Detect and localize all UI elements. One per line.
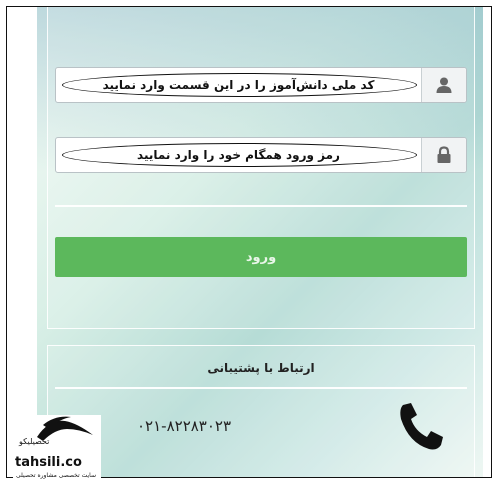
user-icon [421, 68, 466, 102]
username-input[interactable]: کد ملی دانش‌آموز را در این قسمت وارد نما… [56, 68, 421, 102]
form-divider [55, 205, 467, 207]
username-field[interactable]: کد ملی دانش‌آموز را در این قسمت وارد نما… [55, 67, 467, 103]
watermark-brand-fa: تحصیلیکو [19, 437, 50, 446]
login-button[interactable]: ورود [55, 237, 467, 277]
login-page-background: کد ملی دانش‌آموز را در این قسمت وارد نما… [37, 7, 483, 477]
password-field[interactable]: رمز ورود همگام خود را وارد نمایید [55, 137, 467, 173]
support-divider [55, 387, 467, 389]
screenshot-frame: کد ملی دانش‌آموز را در این قسمت وارد نما… [6, 6, 492, 485]
watermark-brand-latin: tahsili.co [15, 455, 82, 470]
phone-icon[interactable] [393, 399, 449, 459]
watermark-tagline: سایت تخصصی مشاوره تحصیلی [16, 472, 96, 479]
watermark-logo: تحصیلیکو tahsili.co سایت تخصصی مشاوره تح… [13, 415, 101, 485]
lock-icon [421, 138, 466, 172]
username-placeholder: کد ملی دانش‌آموز را در این قسمت وارد نما… [102, 78, 375, 92]
password-placeholder: رمز ورود همگام خود را وارد نمایید [137, 148, 340, 162]
password-input[interactable]: رمز ورود همگام خود را وارد نمایید [56, 138, 421, 172]
support-phone-number[interactable]: ۰۲۱-۸۲۲۸۳۰۲۳ [137, 417, 231, 435]
support-title: ارتباط با پشتیبانی [207, 361, 315, 375]
